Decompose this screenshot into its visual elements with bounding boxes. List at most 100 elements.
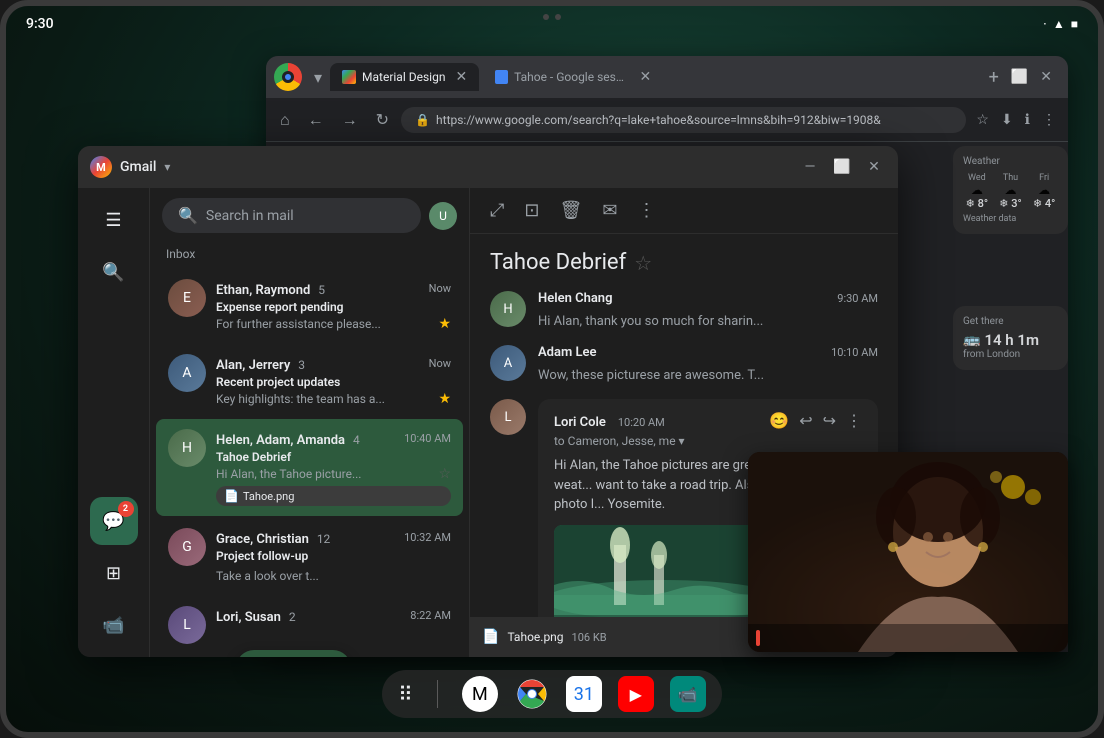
nav-back-button[interactable]: ← — [302, 106, 330, 134]
record-indicator — [756, 630, 760, 646]
chrome-menu-icon[interactable]: ▾ — [310, 64, 326, 91]
hamburger-icon: ☰ — [105, 210, 121, 231]
email-item-lori[interactable]: L Lori, Susan 2 8:22 AM — [156, 596, 463, 654]
message-more-button[interactable]: ⋮ — [846, 411, 862, 430]
weather-day-name-fri: Fri — [1030, 173, 1058, 183]
email-item-ethan[interactable]: E Ethan, Raymond 5 Now Expense report pe… — [156, 269, 463, 342]
video-controls — [748, 624, 1068, 652]
email-item-alan[interactable]: A Alan, Jerrery 3 Now Recent project upd… — [156, 344, 463, 417]
email-sender-grace: Grace, Christian — [216, 532, 309, 547]
get-there-title: Get there — [963, 316, 1058, 327]
weather-days: Wed ☁ ❄ 8° Thu ☁ ❄ 3° Fri ☁ ❄ — [963, 173, 1058, 210]
weather-icon-thu: ☁ — [997, 183, 1025, 197]
active-msg-to: to Cameron, Jesse, me ▾ — [554, 434, 862, 448]
taskbar-grid-icon[interactable]: ⠿ — [398, 682, 413, 706]
delete-icon[interactable]: 🗑 — [556, 196, 587, 225]
archive-icon[interactable]: ⊡ — [520, 196, 543, 225]
weather-icon-wed: ☁ — [963, 183, 991, 197]
new-tab-button[interactable]: + — [981, 63, 1007, 92]
tab-material-design[interactable]: Material Design ✕ — [330, 63, 479, 91]
wifi-icon: ▲ — [1053, 17, 1065, 31]
mark-read-icon[interactable]: ✉ — [598, 196, 621, 225]
gmail-close-button[interactable]: ✕ — [862, 155, 886, 179]
message-body-helen: Helen Chang 9:30 AM Hi Alan, thank you s… — [538, 291, 878, 329]
thread-star-icon[interactable]: ☆ — [634, 251, 652, 275]
email-subject-alan: Recent project updates — [216, 375, 451, 389]
gmail-title-chevron-icon: ▾ — [164, 160, 170, 174]
email-count-grace: 12 — [317, 532, 331, 546]
weather-widget: Weather Wed ☁ ❄ 8° Thu ☁ ❄ 3° Fri ☁ — [953, 146, 1068, 234]
emoji-button[interactable]: 😊 — [769, 411, 789, 430]
chrome-window-controls: ⬜ ✕ — [1011, 69, 1060, 85]
chrome-logo-icon — [274, 63, 302, 91]
status-time: 9:30 — [26, 16, 54, 32]
weather-icon-snow-fri: ❄ — [1033, 197, 1042, 210]
taskbar-meet-icon[interactable]: 📹 — [670, 676, 706, 712]
gmail-email-list: 🔍 Search in mail U Inbox E Ethan, Raymon… — [150, 188, 470, 657]
email-item-helen[interactable]: H Helen, Adam, Amanda 4 10:40 AM Tahoe D… — [156, 419, 463, 516]
gmail-titlebar: M Gmail ▾ — ⬜ ✕ — [78, 146, 898, 188]
user-avatar[interactable]: U — [429, 202, 457, 230]
more-actions-icon[interactable]: ⋮ — [633, 196, 659, 225]
avatar-lori: L — [168, 606, 206, 644]
window-maximize-icon[interactable]: ⬜ — [1011, 69, 1028, 85]
taskbar-calendar-icon[interactable]: 31 — [566, 676, 602, 712]
transit-icon: 🚌 — [963, 332, 980, 348]
more-options-icon[interactable]: ⋮ — [1038, 108, 1060, 132]
search-icon-inner: 🔍 — [178, 206, 198, 225]
tab-label-material-design: Material Design — [362, 70, 445, 84]
camera-dot-2 — [555, 14, 561, 20]
avatar-ethan: E — [168, 279, 206, 317]
email-preview-grace: Take a look over t... — [216, 569, 319, 583]
message-time-adam: 10:10 AM — [831, 346, 878, 359]
email-subject-ethan: Expense report pending — [216, 300, 451, 314]
sidebar-chat-button[interactable]: 💬 2 — [90, 497, 138, 545]
expand-icon[interactable]: ⤢ — [486, 196, 508, 225]
compose-button[interactable]: ✏ Compose — [236, 650, 352, 657]
file-icon: 📄 — [482, 629, 499, 645]
tab-close-md[interactable]: ✕ — [455, 69, 467, 85]
gmail-maximize-button[interactable]: ⬜ — [830, 155, 854, 179]
taskbar-gmail-icon[interactable]: M — [462, 676, 498, 712]
weather-day-wed: Wed ☁ ❄ 8° — [963, 173, 991, 210]
gmail-search-input[interactable]: 🔍 Search in mail — [162, 198, 421, 233]
sidebar-menu-button[interactable]: ☰ — [90, 196, 138, 244]
star-ethan[interactable]: ★ — [438, 316, 451, 332]
weather-icon-fri: ☁ — [1030, 183, 1058, 197]
sidebar-meet-button[interactable]: 📹 — [90, 601, 138, 649]
tab-tahoe-search[interactable]: Tahoe - Google sesarch ✕ — [483, 63, 663, 91]
nav-refresh-button[interactable]: ↻ — [370, 106, 395, 133]
message-avatar-helen: H — [490, 291, 526, 327]
star-helen[interactable]: ☆ — [438, 466, 451, 482]
status-bar: 9:30 ⋅ ▲ ■ — [6, 6, 1098, 42]
download-icon[interactable]: ⬇ — [997, 108, 1017, 132]
sidebar-search-button[interactable]: 🔍 — [90, 248, 138, 296]
nav-home-button[interactable]: ⌂ — [274, 106, 296, 134]
forward-button[interactable]: ↪ — [823, 411, 836, 430]
message-item-adam: A Adam Lee 10:10 AM Wow, these picturese… — [490, 345, 878, 383]
tab-label-tahoe: Tahoe - Google sesarch — [514, 70, 629, 84]
email-item-grace[interactable]: G Grace, Christian 12 10:32 AM Project f… — [156, 518, 463, 594]
taskbar-chrome-icon[interactable] — [514, 676, 550, 712]
reply-button[interactable]: ↩ — [799, 411, 812, 430]
video-icon: 📹 — [102, 615, 124, 636]
nav-forward-button[interactable]: → — [336, 106, 364, 134]
sidebar-spaces-button[interactable]: ⊞ — [90, 549, 138, 597]
gmail-minimize-button[interactable]: — — [798, 155, 822, 179]
address-field[interactable]: 🔒 https://www.google.com/search?q=lake+t… — [401, 107, 966, 133]
gmail-title: Gmail — [120, 159, 156, 175]
tab-close-tahoe[interactable]: ✕ — [639, 69, 651, 85]
spaces-icon: ⊞ — [106, 563, 121, 584]
video-call-overlay — [748, 452, 1068, 652]
attachment-filename: Tahoe.png — [507, 630, 563, 644]
taskbar-youtube-icon[interactable]: ▶ — [618, 676, 654, 712]
email-time-lori: 8:22 AM — [410, 609, 451, 622]
gmail-logo: M — [90, 156, 112, 178]
window-close-icon[interactable]: ✕ — [1040, 69, 1052, 85]
tab-favicon-md — [342, 70, 356, 84]
avatar-helen: H — [168, 429, 206, 467]
bookmark-icon[interactable]: ☆ — [972, 108, 993, 132]
info-icon[interactable]: ℹ — [1021, 108, 1034, 132]
battery-icon: ■ — [1071, 17, 1078, 31]
star-alan[interactable]: ★ — [438, 391, 451, 407]
